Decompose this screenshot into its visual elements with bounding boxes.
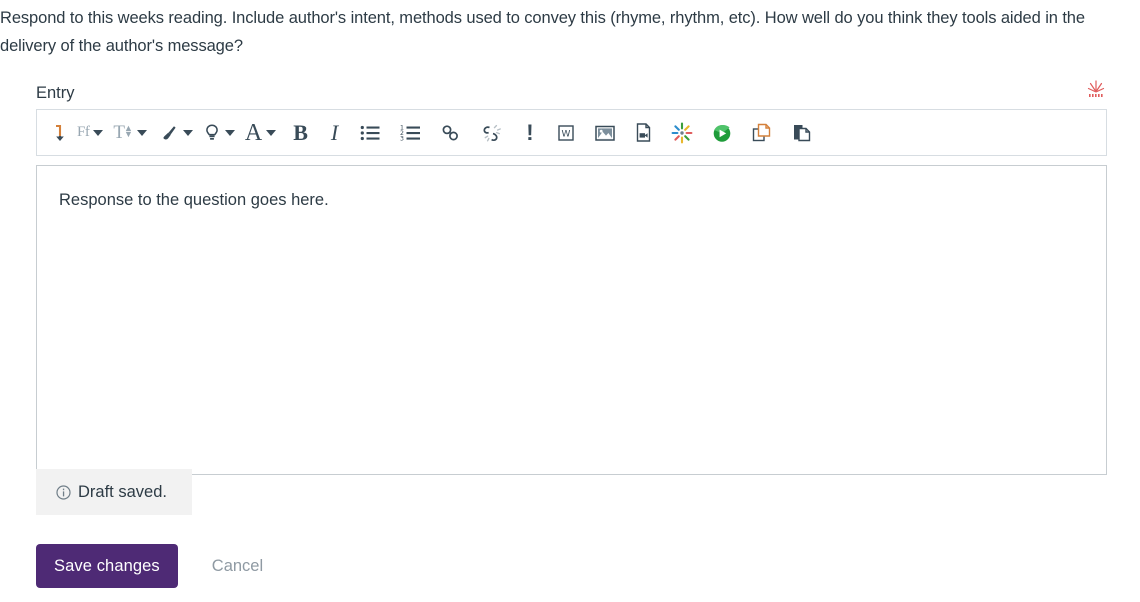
svg-text:W: W	[561, 129, 570, 139]
bold-icon[interactable]: B	[282, 115, 319, 151]
chevron-down-icon[interactable]	[93, 130, 103, 136]
editor-toolbar: Ff T▲▼	[36, 109, 1107, 156]
italic-label: I	[331, 122, 338, 144]
form-actions: Save changes Cancel	[36, 544, 273, 588]
editor-content-text[interactable]: Response to the question goes here.	[59, 188, 1084, 212]
special-character-icon[interactable]: !	[513, 115, 546, 151]
draft-saved-label: Draft saved.	[78, 482, 167, 502]
word-document-icon[interactable]: W	[547, 115, 585, 151]
numbered-list-icon[interactable]: 123	[390, 115, 431, 151]
bulleted-list-icon[interactable]	[350, 115, 390, 151]
chevron-down-icon[interactable]	[183, 130, 193, 136]
assignment-entry-page: Respond to this weeks reading. Include a…	[0, 0, 1140, 602]
save-changes-button[interactable]: Save changes	[36, 544, 178, 588]
green-media-play-icon[interactable]	[702, 115, 742, 151]
text-color-icon[interactable]: A	[241, 115, 282, 151]
info-circle-icon	[56, 485, 71, 500]
copy-icon[interactable]	[742, 115, 782, 151]
svg-text:3: 3	[400, 135, 404, 141]
entry-header: Entry	[36, 82, 1107, 108]
chevron-down-icon[interactable]	[266, 130, 276, 136]
chevron-down-icon[interactable]	[225, 130, 235, 136]
link-icon[interactable]	[431, 115, 471, 151]
unlink-icon[interactable]	[471, 115, 513, 151]
chevron-down-icon[interactable]	[137, 130, 147, 136]
draft-status-bar: Draft saved.	[36, 469, 192, 515]
lightbulb-icon[interactable]	[199, 115, 241, 151]
italic-icon[interactable]: I	[319, 115, 350, 151]
insert-video-icon[interactable]	[625, 115, 662, 151]
bold-label: B	[293, 122, 308, 144]
rich-text-editor: Ff T▲▼	[36, 109, 1107, 475]
insert-image-icon[interactable]	[585, 115, 625, 151]
font-size-label: T▲▼	[113, 122, 133, 144]
sparkle-icon[interactable]	[1087, 80, 1105, 100]
entry-label: Entry	[36, 82, 75, 104]
paste-icon[interactable]	[782, 115, 822, 151]
text-highlight-brush-icon[interactable]	[153, 115, 199, 151]
text-color-label: A	[245, 121, 262, 145]
font-family-icon[interactable]: Ff	[73, 115, 109, 151]
special-character-label: !	[526, 122, 533, 144]
cancel-button[interactable]: Cancel	[202, 544, 273, 588]
editor-content-area[interactable]: Response to the question goes here.	[36, 165, 1107, 475]
font-family-label: Ff	[77, 124, 89, 141]
question-prompt: Respond to this weeks reading. Include a…	[0, 4, 1122, 60]
font-size-icon[interactable]: T▲▼	[109, 115, 153, 151]
sparkle-tool-icon[interactable]	[662, 115, 702, 151]
insert-break-icon[interactable]	[45, 115, 73, 151]
